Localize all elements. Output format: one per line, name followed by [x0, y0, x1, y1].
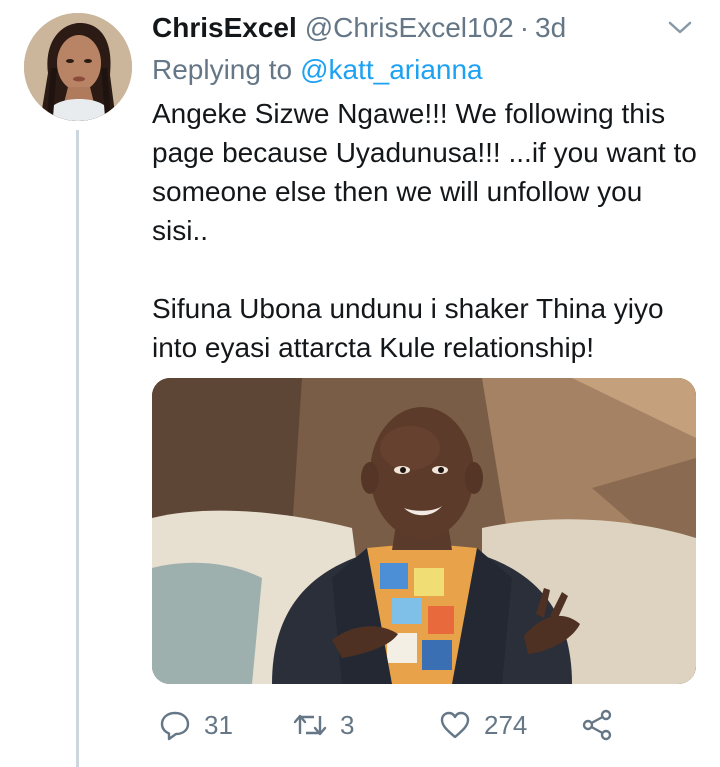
- like-button[interactable]: 274: [438, 700, 527, 750]
- tweet-image[interactable]: [152, 378, 696, 684]
- timestamp[interactable]: 3d: [535, 12, 566, 44]
- tweet-actions: 31 3 274: [152, 700, 672, 750]
- replying-prefix: Replying to: [152, 54, 293, 85]
- reply-button[interactable]: 31: [158, 700, 233, 750]
- display-name[interactable]: ChrisExcel: [152, 12, 297, 44]
- share-icon: [580, 708, 614, 742]
- heart-icon: [438, 708, 472, 742]
- like-count: 274: [484, 709, 528, 740]
- tweet-paragraph: Angeke Sizwe Ngawe!!! We following this …: [152, 98, 697, 246]
- share-button[interactable]: [580, 700, 614, 750]
- separator-dot: ·: [519, 12, 530, 43]
- avatar[interactable]: [24, 13, 132, 121]
- tweet-text: Angeke Sizwe Ngawe!!! We following this …: [152, 94, 702, 367]
- retweet-count: 3: [340, 709, 355, 740]
- reply-count: 31: [204, 709, 233, 740]
- mention-link[interactable]: @katt_arianna: [300, 54, 483, 86]
- tweet-header: ChrisExcel @ChrisExcel102 · 3d: [152, 8, 566, 48]
- replying-to: Replying to @katt_arianna: [152, 50, 483, 90]
- thread-line: [76, 130, 79, 767]
- retweet-arrows-icon: [292, 708, 328, 742]
- tweet[interactable]: ChrisExcel @ChrisExcel102 · 3d Replying …: [0, 0, 720, 767]
- user-handle[interactable]: @ChrisExcel102: [305, 12, 514, 44]
- chevron-down-icon[interactable]: [666, 18, 694, 38]
- retweet-button[interactable]: 3: [292, 700, 354, 750]
- tweet-paragraph: Sifuna Ubona undunu i shaker Thina yiyo …: [152, 293, 664, 363]
- speech-bubble-icon: [158, 708, 192, 742]
